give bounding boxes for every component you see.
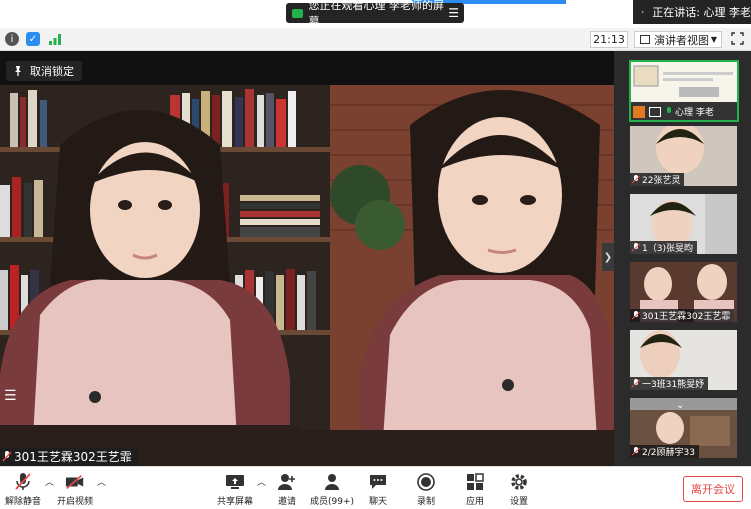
unlock-label: 取消锁定 [30, 65, 74, 78]
add-user-icon [278, 474, 295, 490]
meeting-info-bar: i ✓ 21:13 演讲者视图 ▼ [0, 28, 751, 51]
thumb-name: 2/2顾赫宇33 [642, 448, 695, 458]
mic-icon [667, 107, 671, 113]
chevron-down-icon[interactable]: ⌄ [676, 400, 684, 411]
chat-icon [370, 475, 386, 489]
share-banner-text: 您正在观看心理 李老师的屏幕 [308, 0, 445, 28]
mic-muted-icon [632, 243, 640, 252]
mic-muted-icon [632, 447, 640, 456]
mic-muted-icon [632, 379, 640, 388]
mic-muted-icon [2, 451, 12, 462]
collapse-sidebar-button[interactable]: ❯ [602, 243, 614, 271]
start-video-label: 开启视频 [56, 497, 93, 507]
mic-muted-icon [641, 10, 644, 14]
thumb-name: 301王艺霖302王艺霏 [642, 312, 731, 322]
speaker-banner-text: 正在讲话: 心理 李老 [652, 6, 751, 19]
unlock-pin-button[interactable]: 取消锁定 [6, 61, 82, 81]
participant-thumb[interactable]: ⌄ 2/2顾赫宇33 [630, 398, 737, 458]
video-off-icon [65, 475, 84, 489]
chevron-up-icon[interactable]: ︿ [257, 475, 266, 488]
record-icon [417, 473, 435, 491]
meeting-toolbar: 解除静音 ︿ 开启视频 ︿ 共享屏幕 ︿ 邀请 成员(99+) 聊天 录制 应用… [0, 466, 751, 509]
chevron-right-icon: ❯ [603, 251, 613, 263]
leave-meeting-button[interactable]: 离开会议 [683, 476, 743, 502]
gear-icon [511, 474, 527, 490]
participant-thumb[interactable]: 301王艺霖302王艺霏 [630, 262, 737, 322]
invite-label: 邀请 [277, 497, 296, 507]
share-status-banner[interactable]: 您正在观看心理 李老师的屏幕 ☰ [286, 0, 464, 28]
chevron-up-icon[interactable]: ︿ [97, 475, 106, 488]
main-participant-name: 301王艺霖302王艺霏 [0, 447, 138, 466]
shield-icon[interactable]: ✓ [26, 32, 40, 46]
members-button[interactable]: 成员(99+) [309, 467, 355, 509]
mic-muted-icon [632, 311, 640, 320]
apps-icon [467, 473, 484, 490]
thumb-name: 1（3)张旻昀 [642, 244, 693, 254]
members-label: 成员(99+) [309, 497, 355, 507]
speaker-banner: 正在讲话: 心理 李老 [633, 0, 751, 24]
fullscreen-icon[interactable] [731, 32, 744, 45]
settings-label: 设置 [509, 497, 528, 507]
pin-icon [15, 66, 21, 76]
thumb-name: 22张艺灵 [642, 176, 681, 186]
share-screen-label: 共享屏幕 [216, 497, 253, 507]
menu-icon[interactable]: ☰ [448, 6, 459, 20]
settings-button[interactable]: 设置 [507, 467, 531, 509]
thumb-name: 一3班31熊旻妤 [642, 380, 705, 390]
apps-label: 应用 [465, 497, 484, 507]
main-video[interactable] [0, 51, 614, 466]
participant-name-label: 301王艺霖302王艺霏 [14, 450, 132, 464]
host-icon [633, 105, 645, 118]
unmute-button[interactable]: 解除静音 [4, 467, 42, 509]
mic-muted-icon [15, 473, 31, 490]
record-button[interactable]: 录制 [414, 467, 438, 509]
chat-label: 聊天 [368, 497, 387, 507]
screen-share-icon [292, 8, 303, 18]
signal-icon[interactable] [48, 32, 62, 46]
view-mode-label: 演讲者视图 [654, 33, 709, 47]
meeting-clock: 21:13 [590, 31, 628, 48]
chevron-up-icon[interactable]: ︿ [45, 475, 54, 488]
shared-video-feed [0, 85, 614, 466]
chat-button[interactable]: 聊天 [366, 467, 390, 509]
participant-thumb[interactable]: 22张艺灵 [630, 126, 737, 186]
participant-thumb[interactable]: 1（3)张旻昀 [630, 194, 737, 254]
record-label: 录制 [416, 497, 435, 507]
unmute-label: 解除静音 [4, 497, 41, 507]
info-icon[interactable]: i [5, 32, 19, 46]
invite-button[interactable]: 邀请 [273, 467, 301, 509]
view-mode-dropdown[interactable]: 演讲者视图 ▼ [634, 31, 722, 48]
screen-share-icon [649, 106, 661, 117]
apps-button[interactable]: 应用 [463, 467, 487, 509]
start-video-button[interactable]: 开启视频 [55, 467, 95, 509]
thumb-name: 心理 李老 [675, 108, 714, 118]
speaker-view-icon [640, 35, 650, 44]
chevron-down-icon: ▼ [710, 35, 717, 44]
share-screen-icon [226, 475, 244, 489]
participant-thumb[interactable]: 心理 李老 [629, 60, 739, 122]
mic-muted-icon [632, 175, 640, 184]
share-screen-button[interactable]: 共享屏幕 [216, 467, 254, 509]
participant-thumb[interactable]: 一3班31熊旻妤 [630, 330, 737, 390]
list-icon[interactable]: ☰ [4, 388, 22, 406]
members-icon [325, 474, 339, 490]
participant-sidebar: 心理 李老 22张艺灵 1（3)张旻昀 301王艺霖302王艺霏 一3班31熊旻… [614, 51, 751, 466]
